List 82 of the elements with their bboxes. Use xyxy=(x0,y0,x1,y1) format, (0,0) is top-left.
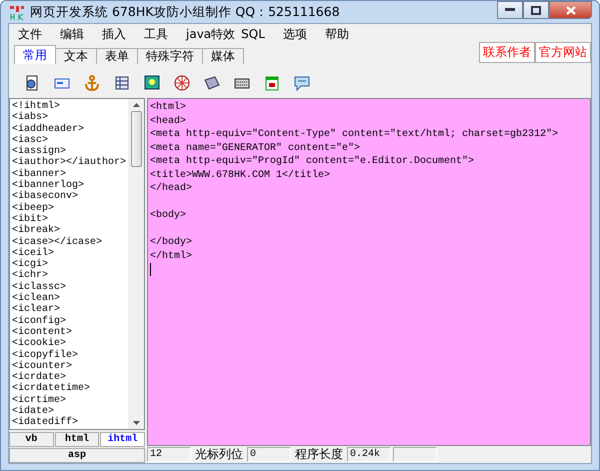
status-field: 0.24k xyxy=(347,447,391,462)
tag-list-item[interactable]: <iconfig> xyxy=(12,316,128,327)
tag-list-item[interactable]: <icrtime> xyxy=(12,394,128,406)
list-tab[interactable]: ihtml xyxy=(100,432,145,447)
scroll-up-icon[interactable] xyxy=(132,103,140,107)
menu-item[interactable]: 文件 xyxy=(18,26,54,42)
scrollbar[interactable] xyxy=(128,99,144,429)
tag-list-item[interactable]: <iabs> xyxy=(12,112,128,124)
text-caret xyxy=(150,263,151,276)
code-line: </head> xyxy=(150,182,194,196)
menu-item[interactable]: 编辑 xyxy=(60,26,96,42)
tag-list-item[interactable]: <icrdate> xyxy=(12,372,128,384)
toolbar-tab[interactable]: 常用 xyxy=(14,45,56,64)
tag-list-item[interactable]: <icase></icase> xyxy=(12,236,128,248)
tag-list-item[interactable]: <idatediff> xyxy=(12,417,128,429)
code-line: </body> xyxy=(150,236,194,250)
maximize-icon xyxy=(531,6,541,14)
menu-item[interactable]: 插入 xyxy=(102,26,138,42)
toolbar-tab[interactable]: 表单 xyxy=(96,48,138,64)
status-field: 12 xyxy=(147,447,191,462)
tag-list-item[interactable]: <iasc> xyxy=(12,134,128,146)
code-line: <meta http-equiv="ProgId" content="e.Editor.Document"> xyxy=(150,155,476,168)
tag-list-item[interactable]: <!ihtml> xyxy=(12,101,128,112)
code-line: </html> xyxy=(150,250,194,263)
status-label: 光标列位 xyxy=(194,447,244,462)
tag-list-item[interactable]: <icrdatetime> xyxy=(12,383,128,395)
minimize-icon xyxy=(505,8,515,12)
menu-item[interactable]: 工具 xyxy=(144,26,180,42)
tag-list-item[interactable]: <icounter> xyxy=(12,360,128,372)
anchor-icon[interactable] xyxy=(83,74,101,92)
code-line: <meta http-equiv="Content-Type" content="text/html; charset=gb2312"> xyxy=(150,128,560,142)
app-logo-icon xyxy=(8,4,25,20)
toolbar-tab[interactable]: 媒体 xyxy=(202,48,244,64)
tag-list-item[interactable]: <iceil> xyxy=(12,248,128,260)
tag-list-item[interactable]: <iclassc> xyxy=(12,282,128,294)
calendar-icon[interactable] xyxy=(263,74,281,92)
tag-list-item[interactable]: <ibit> xyxy=(12,214,128,226)
minimize-button[interactable] xyxy=(497,1,523,19)
tag-list-item[interactable]: <iauthor></iauthor> xyxy=(12,157,128,169)
chat-bubble-icon[interactable] xyxy=(293,74,311,92)
maximize-button[interactable] xyxy=(523,1,549,19)
list-tab[interactable]: vb xyxy=(9,432,54,447)
image-icon[interactable] xyxy=(143,74,161,92)
tag-list-item[interactable]: <icgi> xyxy=(12,259,128,270)
window-title: 网页开发系统 678HK攻防小组制作 QQ：525111668 xyxy=(30,4,340,20)
list-tab[interactable]: html xyxy=(54,432,100,447)
tag-list-item[interactable]: <iaddheader> xyxy=(12,124,128,135)
close-icon xyxy=(566,6,576,14)
tag-list-item[interactable]: <ibannerlog> xyxy=(12,180,128,192)
tag-list-item[interactable]: <ibaseconv> xyxy=(12,191,128,203)
toolbar-tab[interactable]: 特殊字符 xyxy=(137,48,203,64)
tag-list-item[interactable]: <iclear> xyxy=(12,304,128,316)
table-icon[interactable] xyxy=(113,74,131,92)
link-button[interactable]: 官方网站 xyxy=(535,42,591,63)
tag-list-item[interactable]: <idate> xyxy=(12,406,128,418)
code-line: <title>WWW.678HK.COM 1</title> xyxy=(150,168,332,182)
tag-list-item[interactable]: <ichr> xyxy=(12,270,128,282)
tag-list-item[interactable]: <iassign> xyxy=(12,146,128,158)
menu-item[interactable]: java特效 xyxy=(186,26,236,42)
status-field xyxy=(393,447,437,462)
code-line: <meta name="GENERATOR" content="e"> xyxy=(150,142,362,155)
code-line: <head> xyxy=(150,114,188,128)
tag-list-item[interactable]: <ibeep> xyxy=(12,202,128,214)
menu-item[interactable]: SQL xyxy=(241,27,278,41)
tag-list-item[interactable]: <icontent> xyxy=(12,326,128,338)
tag-list-item[interactable]: <icookie> xyxy=(12,338,128,350)
status-label: 程序长度 xyxy=(294,447,344,462)
list-tab[interactable]: asp xyxy=(9,448,145,463)
tag-list-item[interactable]: <icopyfile> xyxy=(12,350,128,361)
tag-list-item[interactable]: <ibreak> xyxy=(12,225,128,237)
scroll-thumb[interactable] xyxy=(130,111,142,167)
toolbar-tab[interactable]: 文本 xyxy=(55,48,97,64)
tag-list-item[interactable]: <iclean> xyxy=(12,293,128,304)
status-field: 0 xyxy=(247,447,291,462)
link-button[interactable]: 联系作者 xyxy=(479,42,535,63)
scroll-down-icon[interactable] xyxy=(132,421,140,425)
close-button[interactable] xyxy=(549,1,592,19)
code-line: <html> xyxy=(150,101,188,114)
menu-item[interactable]: 帮助 xyxy=(325,26,362,42)
code-line: <body> xyxy=(150,209,188,222)
menu-item[interactable]: 选项 xyxy=(283,26,320,42)
tag-list-item[interactable]: <ibanner> xyxy=(12,168,128,180)
